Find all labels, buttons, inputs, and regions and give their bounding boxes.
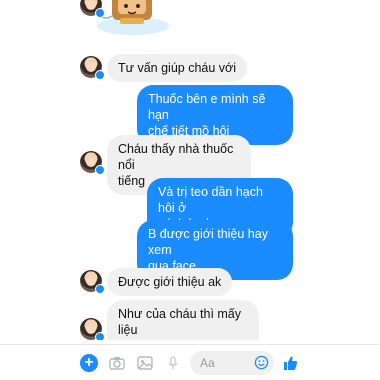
emoji-icon[interactable] xyxy=(254,355,269,370)
avatar[interactable] xyxy=(80,318,105,340)
mic-icon[interactable] xyxy=(164,354,182,372)
image-icon[interactable] xyxy=(136,354,154,372)
composer-bar: + Aa xyxy=(0,344,380,380)
avatar-face xyxy=(86,276,96,286)
incoming-message[interactable]: Được giới thiệu ak xyxy=(107,268,233,296)
avatar[interactable] xyxy=(80,56,105,80)
like-icon[interactable] xyxy=(281,354,299,372)
avatar-face xyxy=(86,324,96,334)
messenger-badge-icon xyxy=(95,165,105,175)
incoming-message[interactable]: Tư vấn giúp cháu với xyxy=(107,54,248,82)
avatar[interactable] xyxy=(80,270,105,294)
avatar[interactable] xyxy=(80,0,105,18)
messenger-badge-icon xyxy=(95,8,105,18)
messenger-badge-icon xyxy=(95,284,105,294)
avatar-face xyxy=(86,157,96,167)
avatar[interactable] xyxy=(80,151,105,175)
incoming-message[interactable]: Như của cháu thì mấy liệu trình điều trị… xyxy=(107,300,259,340)
messenger-badge-icon xyxy=(95,332,105,340)
messenger-badge-icon xyxy=(95,70,105,80)
avatar-face xyxy=(86,62,96,72)
plus-icon[interactable]: + xyxy=(80,354,98,372)
sticker-image xyxy=(97,0,169,35)
avatar-face xyxy=(86,0,96,10)
chat-thread: Tư vấn giúp cháu với Thuốc bên e mình sẽ… xyxy=(0,0,380,340)
camera-icon[interactable] xyxy=(108,354,126,372)
